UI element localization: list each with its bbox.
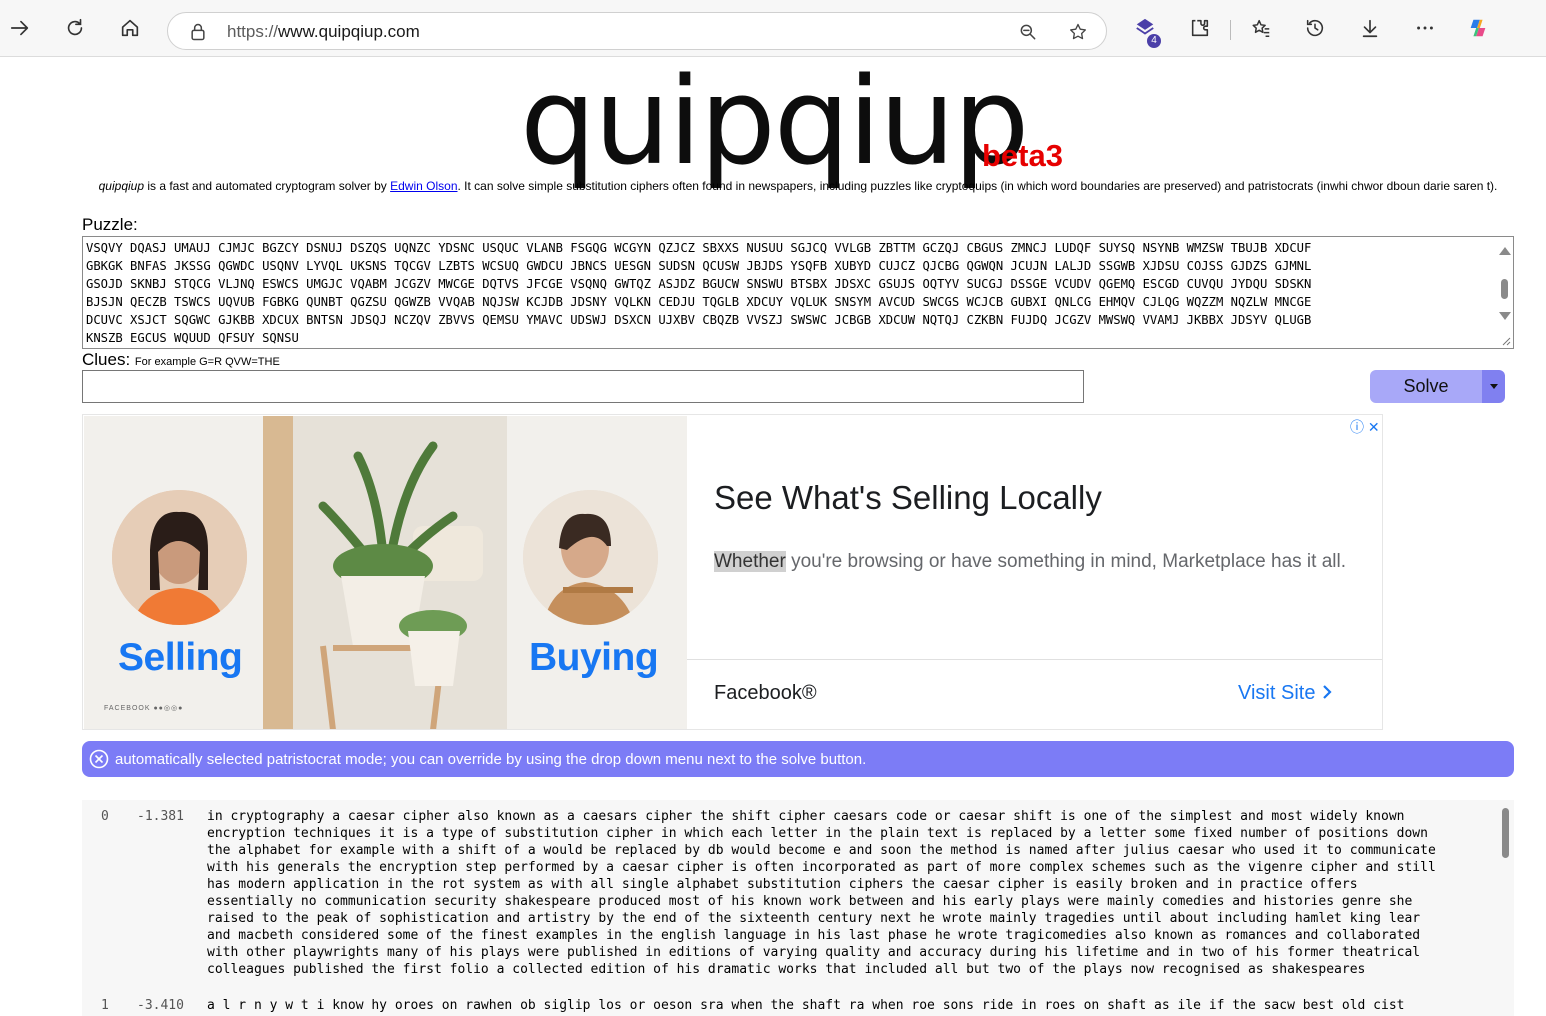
clues-input[interactable] <box>82 370 1084 403</box>
lock-icon[interactable] <box>188 22 208 42</box>
reload-icon[interactable] <box>61 14 89 42</box>
clues-hint: For example G=R QVW=THE <box>134 356 280 368</box>
ad-selling-label: Selling <box>118 636 243 679</box>
result-index: 1 <box>101 998 109 1013</box>
ad-info-close-icon[interactable]: ⓘ ✕ <box>1350 417 1380 437</box>
favorites-icon[interactable] <box>1247 14 1275 42</box>
author-link[interactable]: Edwin Olson <box>390 179 457 193</box>
dropdown-caret-icon <box>1489 384 1498 389</box>
scroll-thumb[interactable] <box>1501 279 1508 299</box>
result-index: 0 <box>101 809 109 824</box>
ad-buying-label: Buying <box>529 636 659 679</box>
browser-toolbar: https://www.quipqiup.com 4 <box>0 0 1546 57</box>
ad-visit-site-button[interactable]: Visit Site <box>1238 682 1333 705</box>
notice-text: automatically selected patristocrat mode… <box>115 751 867 768</box>
downloads-icon[interactable] <box>1356 14 1384 42</box>
result-score: -3.410 <box>137 998 184 1013</box>
result-text[interactable]: in cryptography a caesar cipher also kno… <box>207 808 1482 978</box>
puzzle-label: Puzzle: <box>82 215 138 234</box>
zoom-out-icon[interactable] <box>1018 22 1038 42</box>
beta-label: beta3 <box>982 138 1063 173</box>
puzzle-textarea[interactable]: VSQVY DQASJ UMAUJ CJMJC BGZCY DSNUJ DSZQ… <box>82 236 1514 349</box>
puzzle-text[interactable]: VSQVY DQASJ UMAUJ CJMJC BGZCY DSNUJ DSZQ… <box>86 239 1486 347</box>
address-bar[interactable]: https://www.quipqiup.com <box>167 12 1107 50</box>
ad-mini-brand: FACEBOOK ●●◎◎● <box>104 705 184 712</box>
site-logo: quipqiup <box>520 53 1029 192</box>
seller-photo <box>112 490 247 625</box>
results-list[interactable]: 0 -1.381 in cryptography a caesar cipher… <box>82 800 1514 1016</box>
home-icon[interactable] <box>116 14 144 42</box>
tagline: quipqiup is a fast and automated cryptog… <box>98 179 1498 193</box>
history-icon[interactable] <box>1301 14 1329 42</box>
forward-icon[interactable] <box>6 14 34 42</box>
copilot-icon[interactable] <box>1464 14 1492 42</box>
ad-selling-panel[interactable]: Selling FACEBOOK ●●◎◎● <box>84 416 263 729</box>
clues-label: Clues: For example G=R QVW=THE <box>82 350 280 369</box>
puzzle-extensions-icon[interactable] <box>1186 14 1214 42</box>
result-score: -1.381 <box>137 809 184 824</box>
advertisement[interactable]: Selling FACEBOOK ●●◎◎● Buying See What's… <box>82 414 1383 730</box>
scroll-down-arrow-icon[interactable] <box>1499 312 1511 320</box>
dismiss-circle-x-icon[interactable] <box>89 749 109 769</box>
extension-badge: 4 <box>1147 34 1161 48</box>
chevron-right-icon <box>1323 685 1332 699</box>
ad-brand: Facebook® <box>714 682 817 704</box>
favorite-star-icon[interactable] <box>1068 22 1088 42</box>
ad-title[interactable]: See What's Selling Locally <box>714 479 1102 517</box>
results-scrollbar[interactable] <box>1496 800 1514 1016</box>
plant-photo <box>263 416 507 729</box>
result-text[interactable]: a l r n y w t i know hy oroes on rawhen … <box>207 997 1482 1014</box>
more-menu-icon[interactable] <box>1411 14 1439 42</box>
site-header: quipqiup beta3 <box>0 58 1546 188</box>
buyer-photo <box>523 490 658 625</box>
url-text[interactable]: https://www.quipqiup.com <box>227 22 420 42</box>
ad-buying-panel[interactable]: Buying <box>507 416 687 729</box>
scroll-thumb[interactable] <box>1502 808 1509 858</box>
mode-notice-banner: automatically selected patristocrat mode… <box>82 741 1514 777</box>
solve-mode-dropdown[interactable] <box>1482 370 1505 403</box>
ad-body: Whether you're browsing or have somethin… <box>714 551 1346 572</box>
resize-grip-icon[interactable] <box>1501 336 1511 346</box>
puzzle-scrollbar[interactable] <box>1495 237 1513 348</box>
solve-button[interactable]: Solve <box>1370 370 1482 403</box>
ad-divider <box>687 659 1382 660</box>
toolbar-divider <box>1230 20 1231 40</box>
scroll-up-arrow-icon[interactable] <box>1499 247 1511 255</box>
